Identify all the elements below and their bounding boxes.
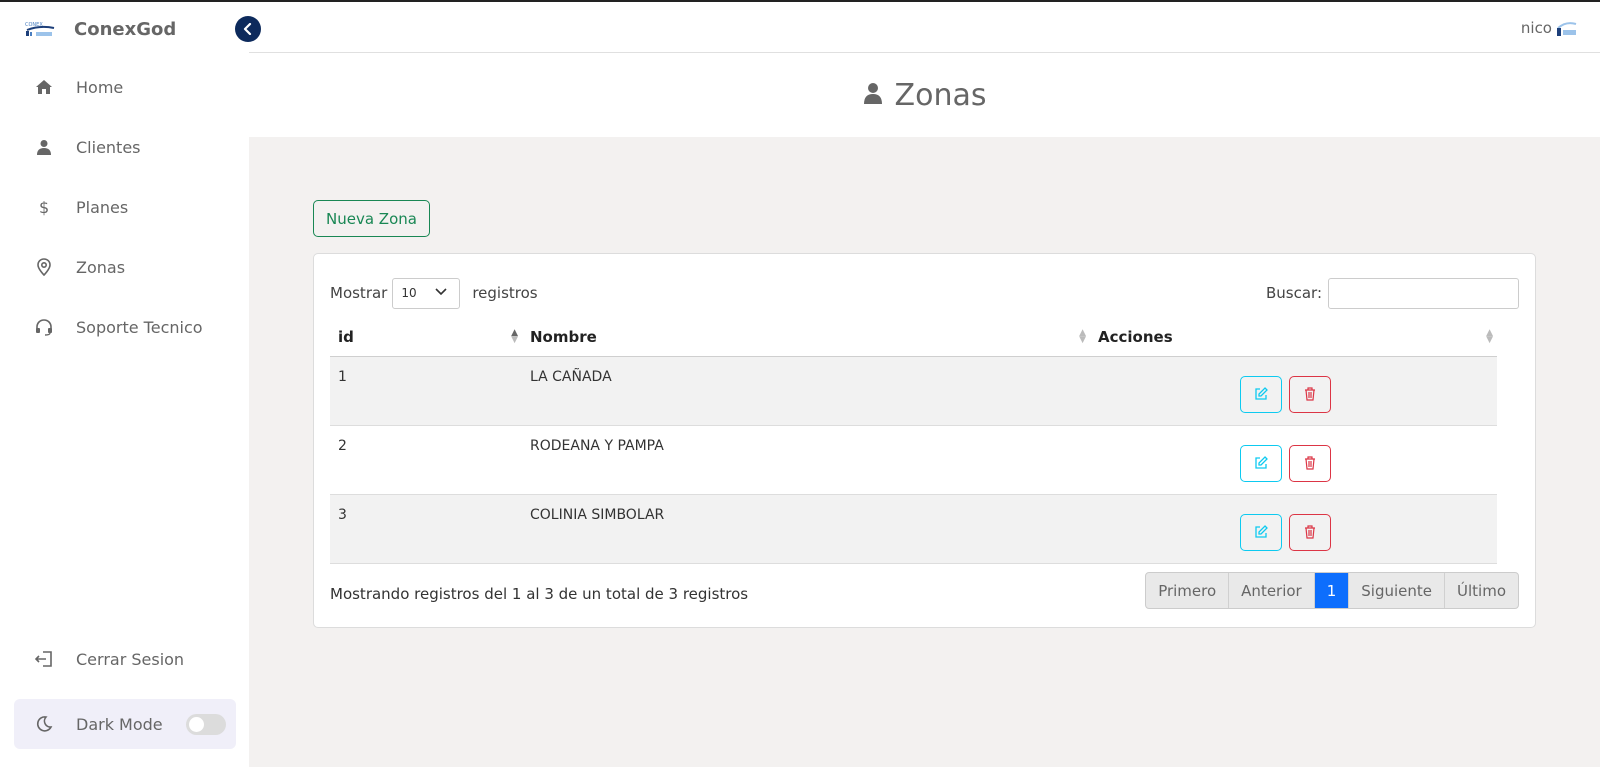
home-icon: [34, 77, 54, 97]
dark-mode-toggle[interactable]: [186, 714, 226, 735]
delete-button[interactable]: [1289, 375, 1332, 413]
table-row: 2 RODEANA Y PAMPA: [330, 425, 1497, 495]
cell-actions: [1090, 425, 1497, 495]
pagination: Primero Anterior 1 Siguiente Último: [1145, 572, 1519, 609]
moon-icon: [34, 714, 54, 734]
cell-id: 1: [330, 356, 522, 426]
trash-icon: [1305, 525, 1316, 539]
cell-nombre: LA CAÑADA: [522, 356, 1090, 426]
zones-table-card: Mostrar 10 registros Buscar: id ▲ ▼ Nomb…: [313, 253, 1536, 628]
column-header-label: Acciones: [1098, 327, 1173, 346]
sidebar: CONEX ConexGod Home Clientes $ Planes Zo…: [0, 2, 249, 767]
pagination-first[interactable]: Primero: [1146, 573, 1230, 608]
sidebar-item-label: Soporte Tecnico: [76, 317, 203, 337]
user-icon: [34, 137, 54, 157]
dollar-icon: $: [34, 197, 54, 217]
page-header: Zonas: [249, 53, 1600, 137]
edit-button[interactable]: [1240, 513, 1282, 551]
map-pin-icon: [34, 257, 54, 277]
logout-icon: [34, 649, 54, 669]
table-row: 3 COLINIA SIMBOLAR: [330, 494, 1497, 564]
search-input[interactable]: [1328, 277, 1519, 309]
chevron-down-icon: [435, 287, 447, 295]
table-row: 1 LA CAÑADA: [330, 356, 1497, 426]
sidebar-item-clientes[interactable]: Clientes: [14, 117, 236, 177]
pagination-last[interactable]: Último: [1445, 573, 1518, 608]
delete-button[interactable]: [1289, 513, 1332, 551]
chevron-left-icon: [243, 23, 252, 35]
edit-icon: [1255, 525, 1268, 538]
logout-label: Cerrar Sesion: [76, 649, 185, 669]
cell-nombre: COLINIA SIMBOLAR: [522, 494, 1090, 564]
pagination-page-current[interactable]: 1: [1314, 573, 1350, 608]
page-length-value: 10: [401, 286, 417, 300]
page-title: Zonas: [894, 77, 987, 113]
pagination-prev[interactable]: Anterior: [1229, 573, 1315, 608]
dark-mode-label: Dark Mode: [76, 714, 163, 734]
sidebar-item-home[interactable]: Home: [14, 57, 236, 117]
column-header-id[interactable]: id ▲ ▼: [330, 318, 522, 357]
table-controls: Mostrar 10 registros Buscar:: [330, 277, 1519, 309]
edit-button[interactable]: [1240, 375, 1282, 413]
pagination-next[interactable]: Siguiente: [1349, 573, 1446, 608]
edit-button[interactable]: [1240, 444, 1282, 482]
sort-icon: ▲ ▼: [1079, 328, 1086, 345]
sidebar-item-label: Clientes: [76, 137, 141, 157]
delete-button[interactable]: [1289, 444, 1332, 482]
sidebar-item-soporte-tecnico[interactable]: Soporte Tecnico: [14, 297, 236, 357]
headset-icon: [34, 317, 54, 337]
dark-mode-row: Dark Mode: [14, 699, 236, 749]
table-header-row: id ▲ ▼ Nombre ▲ ▼ Acciones ▲ ▼: [330, 318, 1497, 357]
column-header-acciones[interactable]: Acciones ▲ ▼: [1090, 318, 1497, 357]
trash-icon: [1305, 456, 1316, 470]
cell-actions: [1090, 356, 1497, 426]
search-label: Buscar:: [1265, 284, 1322, 302]
sort-icon: ▲ ▼: [1486, 328, 1493, 345]
main-content: Nueva Zona Mostrar 10 registros Buscar: …: [249, 137, 1600, 767]
column-header-label: Nombre: [530, 327, 597, 346]
user-menu[interactable]: nico: [1521, 16, 1578, 40]
avatar: [1554, 16, 1578, 40]
sidebar-item-planes[interactable]: $ Planes: [14, 177, 236, 237]
svg-text:$: $: [39, 198, 49, 216]
user-icon: [863, 82, 883, 108]
sidebar-item-label: Planes: [76, 197, 129, 217]
column-header-nombre[interactable]: Nombre ▲ ▼: [522, 318, 1090, 357]
logout-button[interactable]: Cerrar Sesion: [14, 629, 236, 689]
cell-id: 3: [330, 494, 522, 564]
toggle-knob: [189, 717, 204, 732]
user-name: nico: [1520, 19, 1552, 37]
edit-icon: [1255, 456, 1268, 469]
trash-icon: [1305, 387, 1316, 401]
table-search: Buscar:: [1266, 277, 1519, 309]
brand-name: ConexGod: [74, 18, 177, 40]
length-label-before: Mostrar: [330, 284, 388, 302]
cell-id: 2: [330, 425, 522, 495]
sidebar-bottom: Cerrar Sesion Dark Mode: [14, 629, 236, 749]
length-label-after: registros: [472, 284, 538, 302]
brand[interactable]: CONEX ConexGod: [24, 14, 176, 44]
cell-nombre: RODEANA Y PAMPA: [522, 425, 1090, 495]
sidebar-nav: Home Clientes $ Planes Zonas Soporte Tec…: [14, 57, 236, 357]
sidebar-item-label: Zonas: [76, 257, 126, 277]
conexgod-logo-icon: CONEX: [24, 18, 56, 40]
new-zone-button[interactable]: Nueva Zona: [313, 200, 430, 237]
table-info: Mostrando registros del 1 al 3 de un tot…: [330, 585, 749, 603]
sidebar-item-label: Home: [76, 77, 124, 97]
edit-icon: [1255, 387, 1268, 400]
page-length-select[interactable]: 10: [392, 277, 461, 309]
page-length: Mostrar 10 registros: [330, 277, 538, 309]
sidebar-item-zonas[interactable]: Zonas: [14, 237, 236, 297]
topbar: nico: [249, 2, 1600, 53]
sort-asc-icon: ▲ ▼: [511, 328, 518, 345]
sidebar-collapse-button[interactable]: [235, 16, 261, 42]
column-header-label: id: [338, 327, 354, 346]
zones-table: id ▲ ▼ Nombre ▲ ▼ Acciones ▲ ▼ 1 LA CAÑA…: [330, 318, 1497, 564]
cell-actions: [1090, 494, 1497, 564]
